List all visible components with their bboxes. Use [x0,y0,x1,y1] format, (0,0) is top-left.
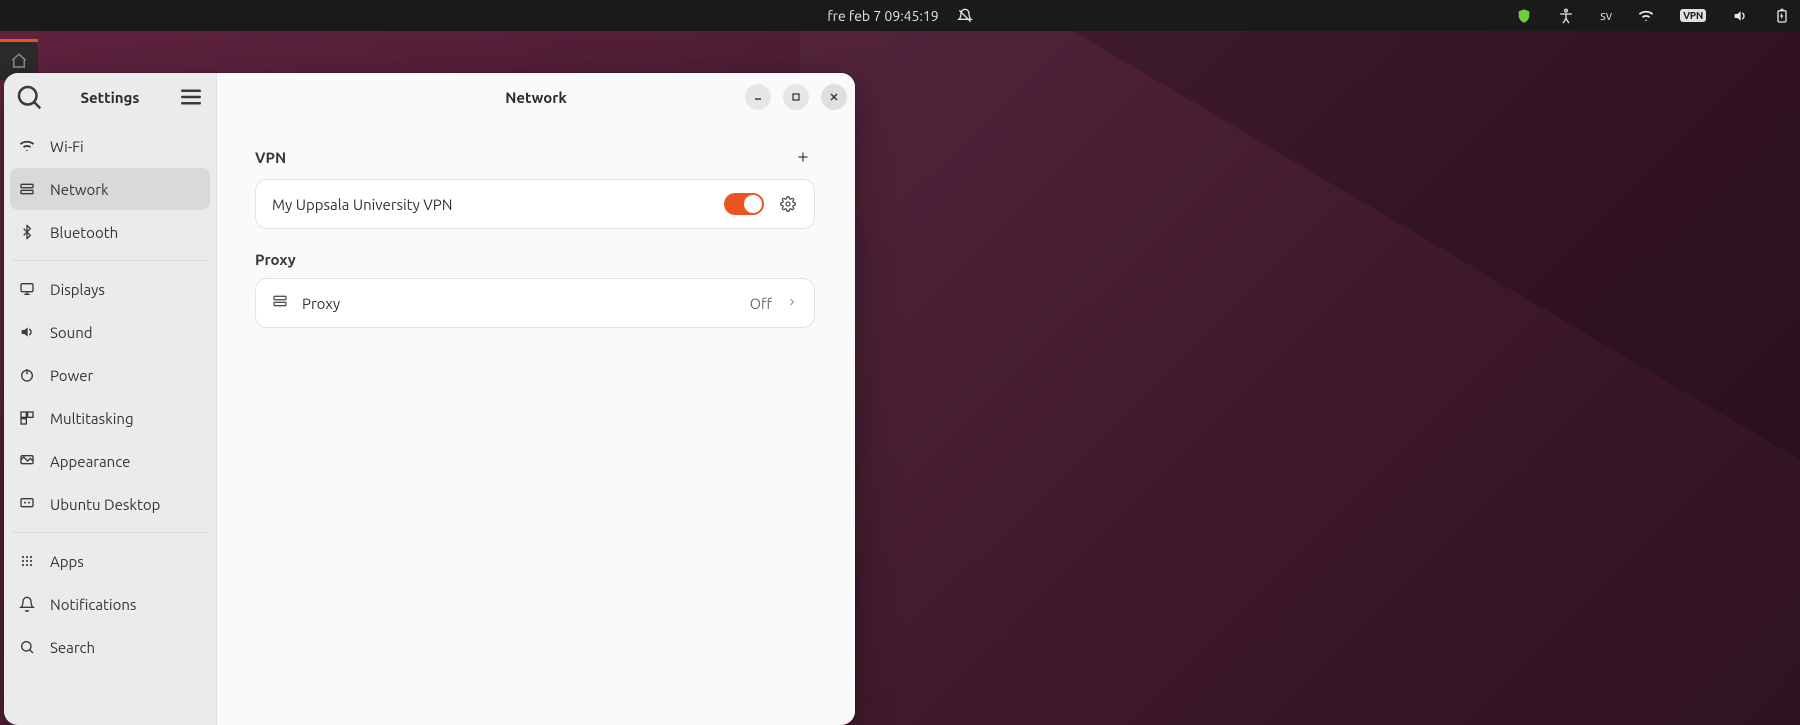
power-icon [18,366,36,384]
notifications-icon [18,595,36,613]
vpn-indicator-icon[interactable]: VPN [1680,9,1706,22]
sidebar-item-bluetooth[interactable]: Bluetooth [10,211,210,253]
sidebar-item-label: Apps [50,553,84,570]
content-header: Network [217,73,855,121]
sidebar-item-apps[interactable]: Apps [10,540,210,582]
proxy-section-header: Proxy [255,251,815,268]
bluetooth-icon [18,223,36,241]
settings-window: Settings Wi-Fi Network Bluetooth Displays So… [4,73,855,725]
volume-icon[interactable] [1732,8,1748,24]
page-title: Network [505,89,567,106]
sidebar-item-label: Wi-Fi [50,138,84,155]
wifi-icon[interactable] [1638,8,1654,24]
ubuntudesktop-icon [18,495,36,513]
wifi-icon [18,137,36,155]
proxy-status: Off [750,295,772,312]
sidebar-item-label: Multitasking [50,410,134,427]
sidebar-item-displays[interactable]: Displays [10,268,210,310]
vpn-connection-row: My Uppsala University VPN [256,180,814,228]
add-vpn-button[interactable] [791,145,815,169]
sidebar-item-network[interactable]: Network [10,168,210,210]
sidebar-item-label: Network [50,181,109,198]
sidebar-item-search[interactable]: Search [10,626,210,668]
chevron-right-icon [786,294,798,312]
search-button[interactable] [14,82,44,112]
window-controls [745,84,847,110]
sidebar-item-multitasking[interactable]: Multitasking [10,397,210,439]
security-shield-icon[interactable] [1516,8,1532,24]
clock[interactable]: fre feb 7 09:45:19 [827,8,938,24]
vpn-connection-name: My Uppsala University VPN [272,196,710,213]
sidebar-header: Settings [4,73,216,121]
keyboard-layout-indicator[interactable]: sv [1600,9,1612,23]
accessibility-icon[interactable] [1558,8,1574,24]
sidebar-item-label: Displays [50,281,105,298]
proxy-label: Proxy [302,295,736,312]
sidebar-item-label: Sound [50,324,93,341]
sidebar-item-ubuntudesktop[interactable]: Ubuntu Desktop [10,483,210,525]
maximize-button[interactable] [783,84,809,110]
minimize-button[interactable] [745,84,771,110]
proxy-row[interactable]: Proxy Off [256,279,814,327]
close-button[interactable] [821,84,847,110]
sidebar-list: Wi-Fi Network Bluetooth Displays Sound Power M… [4,121,216,678]
sidebar-separator [12,532,208,533]
vpn-section-header: VPN [255,145,815,169]
displays-icon [18,280,36,298]
sidebar-item-sound[interactable]: Sound [10,311,210,353]
sidebar: Settings Wi-Fi Network Bluetooth Displays So… [4,73,217,725]
apps-icon [18,552,36,570]
hamburger-menu-button[interactable] [176,82,206,112]
sidebar-item-label: Search [50,639,95,656]
appearance-icon [18,452,36,470]
proxy-icon [272,293,288,313]
vpn-toggle[interactable] [724,193,764,215]
sidebar-item-label: Appearance [50,453,130,470]
sidebar-item-appearance[interactable]: Appearance [10,440,210,482]
content-pane: Network VPN My Uppsala Univer [217,73,855,725]
sidebar-item-label: Power [50,367,93,384]
sidebar-item-label: Bluetooth [50,224,118,241]
sound-icon [18,323,36,341]
vpn-heading: VPN [255,149,286,166]
sidebar-item-power[interactable]: Power [10,354,210,396]
proxy-card: Proxy Off [255,278,815,328]
sidebar-item-notifications[interactable]: Notifications [10,583,210,625]
sidebar-separator [12,260,208,261]
sidebar-title: Settings [44,89,176,106]
network-icon [18,180,36,198]
search-icon [18,638,36,656]
sidebar-item-wifi[interactable]: Wi-Fi [10,125,210,167]
sidebar-item-label: Ubuntu Desktop [50,496,160,513]
notifications-muted-icon[interactable] [957,8,973,24]
vpn-settings-button[interactable] [778,194,798,214]
sidebar-item-label: Notifications [50,596,136,613]
multitasking-icon [18,409,36,427]
vpn-card: My Uppsala University VPN [255,179,815,229]
top-bar: fre feb 7 09:45:19 sv VPN [0,0,1800,31]
battery-charging-icon[interactable] [1774,8,1790,24]
proxy-heading: Proxy [255,251,296,268]
